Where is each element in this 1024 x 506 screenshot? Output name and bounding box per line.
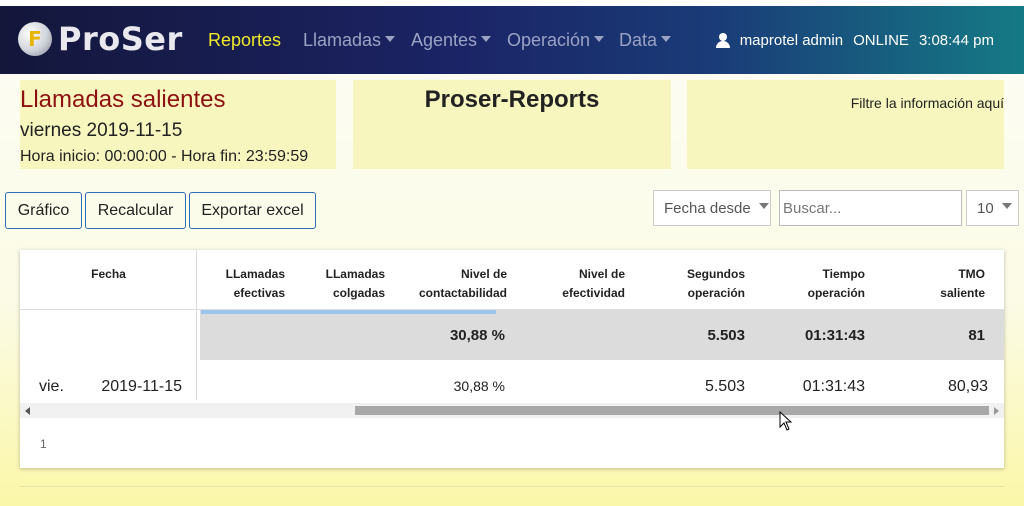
- totals-row: [200, 310, 1004, 360]
- chevron-down-icon: [481, 36, 492, 43]
- filter-hint: Filtre la información aquí: [850, 95, 1004, 111]
- row-day: vie.: [39, 378, 64, 395]
- search-input[interactable]: [779, 190, 962, 226]
- mouse-pointer-icon: [779, 411, 793, 431]
- user-area: maprotel admin ONLINE 3:08:44 pm: [715, 32, 994, 49]
- date-filter-select[interactable]: Fecha desde: [653, 190, 771, 226]
- col-header-segundos-operacion[interactable]: Segundos operación: [660, 265, 745, 303]
- nav-data[interactable]: Data: [619, 30, 672, 51]
- col-header-tiempo-operacion[interactable]: Tiempo operación: [780, 265, 865, 303]
- export-excel-button[interactable]: Exportar excel: [189, 192, 316, 229]
- report-table: Fecha LLamadas efectivas LLamadas colgadas…: [20, 250, 1004, 468]
- loading-progress-bar: [201, 310, 496, 314]
- pagination-page[interactable]: 1: [40, 437, 47, 451]
- proser-logo-icon: F: [18, 22, 52, 56]
- row-segundos: 5.503: [704, 378, 745, 395]
- column-divider: [196, 250, 197, 400]
- brand-name: ProSer: [58, 20, 183, 58]
- page-size-label: 10: [977, 199, 994, 217]
- scroll-left-icon[interactable]: [25, 407, 30, 415]
- footer-divider: [20, 486, 1004, 487]
- report-info-panel: Llamadas salientes viernes 2019-11-15 Ho…: [20, 80, 336, 169]
- report-date: viernes 2019-11-15: [20, 120, 183, 141]
- chevron-down-icon: [1001, 203, 1012, 209]
- scrollbar-thumb[interactable]: [355, 406, 989, 415]
- page-title: Proser-Reports: [424, 86, 600, 113]
- page-size-select[interactable]: 10: [966, 190, 1019, 226]
- col-header-fecha[interactable]: Fecha: [20, 265, 197, 284]
- nav-operacion[interactable]: Operación: [507, 30, 605, 51]
- row-contactabilidad: 30,88 %: [453, 378, 505, 394]
- col-header-llamadas-efectivas[interactable]: LLamadas efectivas: [210, 265, 285, 303]
- online-status: ONLINE: [853, 32, 909, 49]
- horizontal-scrollbar[interactable]: [20, 403, 1004, 418]
- col-header-tmo-saliente[interactable]: TMO saliente: [910, 265, 985, 303]
- chevron-down-icon: [661, 36, 672, 43]
- row-tmo: 80,93: [947, 378, 988, 395]
- nav-llamadas[interactable]: Llamadas: [303, 30, 396, 51]
- filter-panel: Filtre la información aquí: [687, 80, 1004, 169]
- nav-reportes[interactable]: Reportes: [208, 30, 281, 51]
- total-tmo: 81: [968, 327, 985, 344]
- report-title: Llamadas salientes: [20, 86, 226, 113]
- chevron-down-icon: [385, 36, 396, 43]
- col-header-efectividad[interactable]: Nivel de efectividad: [540, 265, 625, 303]
- chevron-down-icon: [758, 203, 769, 209]
- chevron-down-icon: [594, 36, 605, 43]
- nav-agentes[interactable]: Agentes: [411, 30, 492, 51]
- user-name[interactable]: maprotel admin: [740, 32, 843, 49]
- report-hours: Hora inicio: 00:00:00 - Hora fin: 23:59:…: [20, 148, 309, 165]
- col-header-llamadas-colgadas[interactable]: LLamadas colgadas: [310, 265, 385, 303]
- center-title-panel: Proser-Reports: [353, 80, 671, 169]
- scroll-right-icon[interactable]: [994, 407, 999, 415]
- navbar: F ProSer Reportes Llamadas Agentes Opera…: [0, 6, 1024, 74]
- total-tiempo: 01:31:43: [804, 327, 865, 344]
- user-icon: [715, 33, 730, 48]
- row-date: 2019-11-15: [101, 378, 182, 395]
- col-header-contactabilidad[interactable]: Nivel de contactabilidad: [400, 265, 507, 303]
- clock: 3:08:44 pm: [918, 32, 994, 49]
- total-segundos: 5.503: [707, 327, 745, 344]
- date-filter-label: Fecha desde: [664, 199, 751, 217]
- total-contactabilidad: 30,88 %: [449, 327, 505, 344]
- row-tiempo: 01:31:43: [802, 378, 865, 395]
- brand-logo-link[interactable]: F ProSer: [18, 20, 183, 58]
- chart-button[interactable]: Gráfico: [5, 192, 82, 229]
- recalculate-button[interactable]: Recalcular: [85, 192, 186, 229]
